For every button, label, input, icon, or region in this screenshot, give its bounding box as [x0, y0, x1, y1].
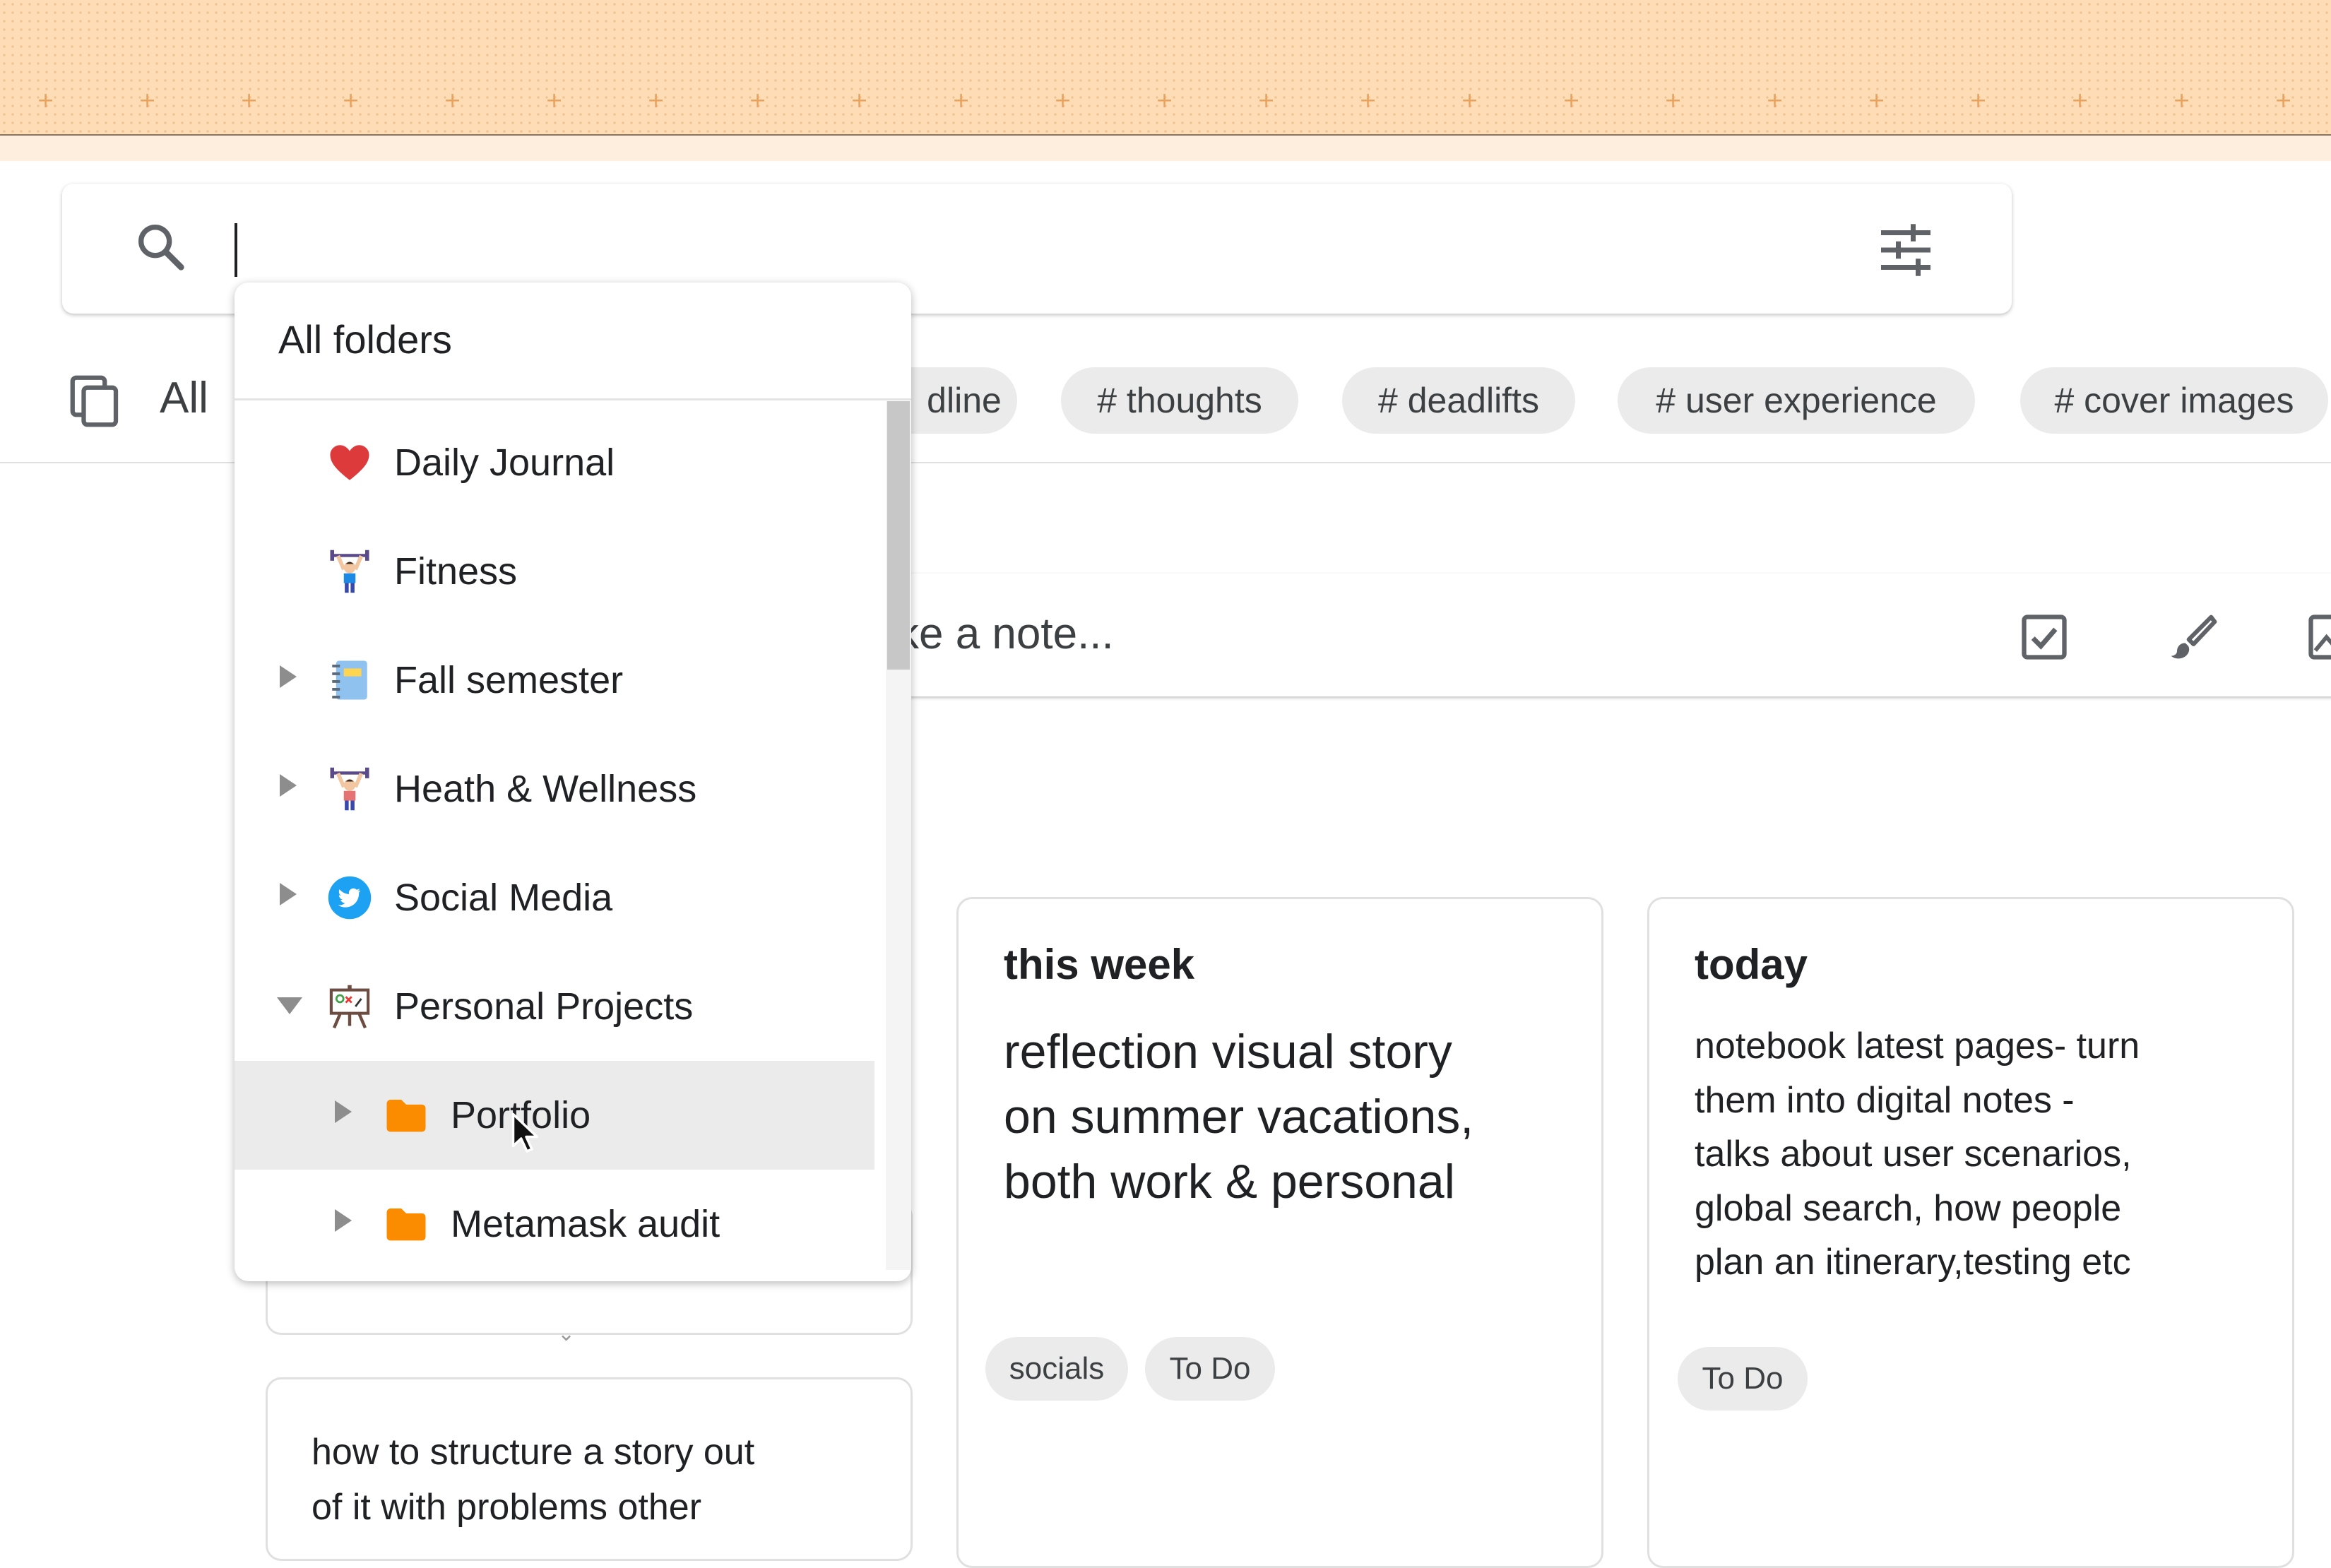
banner-pattern-mark: +	[37, 90, 54, 112]
expand-arrow-icon[interactable]	[280, 883, 297, 905]
brush-icon[interactable]	[2163, 609, 2219, 665]
banner-pattern-mark: +	[647, 90, 665, 112]
expand-arrow-icon[interactable]	[280, 774, 297, 797]
banner-pattern-mark: +	[1664, 90, 1682, 112]
tag-chip-thoughts[interactable]: # thoughts	[1061, 367, 1298, 434]
banner-pattern-mark: +	[240, 90, 258, 112]
weightlifter-icon	[326, 548, 373, 595]
folder-item-fitness[interactable]: Fitness	[235, 517, 874, 626]
folder-label: Fitness	[394, 550, 517, 593]
banner-pattern-mark: +	[1156, 90, 1173, 112]
banner-pattern-mark: +	[2274, 90, 2292, 112]
banner-pattern-mark: +	[850, 90, 868, 112]
label-tag[interactable]: To Do	[1678, 1347, 1808, 1410]
checkbox-icon[interactable]	[2017, 610, 2071, 664]
mouse-cursor-icon	[511, 1112, 540, 1156]
banner-pattern-mark: +	[2173, 90, 2190, 112]
expand-arrow-icon[interactable]	[335, 1209, 352, 1232]
banner-pattern-mark: +	[1868, 90, 1885, 112]
note-placeholder: ke a note...	[897, 609, 1114, 659]
take-note-input[interactable]: ke a note...	[812, 574, 2331, 696]
card-body: notebook latest pages- turn them into di…	[1695, 1019, 2140, 1290]
folder-item-metamask-audit[interactable]: Metamask audit	[235, 1170, 874, 1278]
banner-pattern-mark: +	[1969, 90, 1987, 112]
banner-pattern-mark: +	[1461, 90, 1478, 112]
banner-pattern-mark: +	[1562, 90, 1580, 112]
expand-arrow-icon[interactable]	[280, 665, 297, 688]
banner-strip	[0, 136, 2331, 161]
tag-chip-deadlifts[interactable]: # deadlifts	[1342, 367, 1575, 434]
note-card-bottom-left[interactable]: how to structure a story out of it with …	[266, 1377, 913, 1561]
folder-label: Daily Journal	[394, 441, 615, 485]
folder-label: Metamask audit	[451, 1202, 720, 1246]
folder-item-fall-semester[interactable]: Fall semester	[235, 626, 874, 735]
folder-icon	[383, 1201, 429, 1247]
all-filter-label[interactable]: All	[160, 373, 208, 423]
image-icon[interactable]	[2304, 610, 2331, 664]
banner-pattern-mark: +	[1766, 90, 1784, 112]
card-title: today	[1695, 940, 1808, 989]
folder-item-daily-journal[interactable]: Daily Journal	[235, 408, 874, 517]
weightlifter-icon	[326, 766, 373, 812]
text-caret	[235, 223, 237, 277]
easel-icon	[326, 983, 373, 1030]
notebook-icon	[326, 657, 373, 703]
header-banner: + + + + + + + + + + + + + + + + + + + + + + +	[0, 0, 2331, 136]
tag-chip-user-experience[interactable]: # user experience	[1618, 367, 1975, 434]
dropdown-header[interactable]: All folders	[278, 316, 452, 362]
note-card-this-week[interactable]: this week reflection visual story on sum…	[956, 897, 1603, 1568]
folder-item-portfolio[interactable]: Portfolio	[235, 1061, 874, 1170]
folder-item-social-media[interactable]: Social Media	[235, 843, 874, 952]
card-overflow-dot: ⌄	[557, 1321, 575, 1346]
twitter-icon	[326, 874, 373, 921]
card-body: how to structure a story out of it with …	[312, 1425, 754, 1535]
folder-icon	[383, 1092, 429, 1139]
all-notes-icon[interactable]	[66, 372, 126, 431]
label-tag[interactable]: socials	[985, 1337, 1128, 1401]
banner-pattern-mark: +	[1054, 90, 1072, 112]
banner-pattern-mark: +	[444, 90, 461, 112]
divider	[235, 398, 911, 400]
banner-pattern-mark: +	[2071, 90, 2089, 112]
folder-dropdown[interactable]: All folders Daily Journal Fitness Fall s	[235, 283, 911, 1281]
folder-label: Personal Projects	[394, 985, 693, 1028]
tune-icon[interactable]	[1876, 220, 1935, 280]
note-card-today[interactable]: today notebook latest pages- turn them i…	[1647, 897, 2294, 1568]
card-title: this week	[1004, 940, 1194, 989]
folder-label: Social Media	[394, 876, 612, 920]
banner-pattern-mark: +	[749, 90, 766, 112]
search-icon[interactable]	[133, 219, 189, 275]
label-tag[interactable]: To Do	[1145, 1337, 1275, 1401]
banner-pattern-mark: +	[545, 90, 563, 112]
folder-item-heath-wellness[interactable]: Heath & Wellness	[235, 735, 874, 843]
folder-item-personal-projects[interactable]: Personal Projects	[235, 952, 874, 1061]
banner-pattern-mark: +	[1359, 90, 1377, 112]
expand-arrow-icon[interactable]	[335, 1100, 352, 1123]
heart-icon	[326, 439, 373, 486]
banner-pattern-mark: +	[1257, 90, 1275, 112]
card-body: reflection visual story on summer vacati…	[1004, 1019, 1473, 1214]
banner-pattern-mark: +	[138, 90, 156, 112]
scrollbar-thumb[interactable]	[887, 401, 910, 670]
collapse-arrow-icon[interactable]	[277, 997, 302, 1014]
folder-label: Fall semester	[394, 658, 623, 702]
tag-chip-cover-images[interactable]: # cover images	[2020, 367, 2328, 434]
banner-pattern-mark: +	[952, 90, 970, 112]
banner-pattern-mark: +	[342, 90, 360, 112]
folder-label: Heath & Wellness	[394, 767, 696, 811]
